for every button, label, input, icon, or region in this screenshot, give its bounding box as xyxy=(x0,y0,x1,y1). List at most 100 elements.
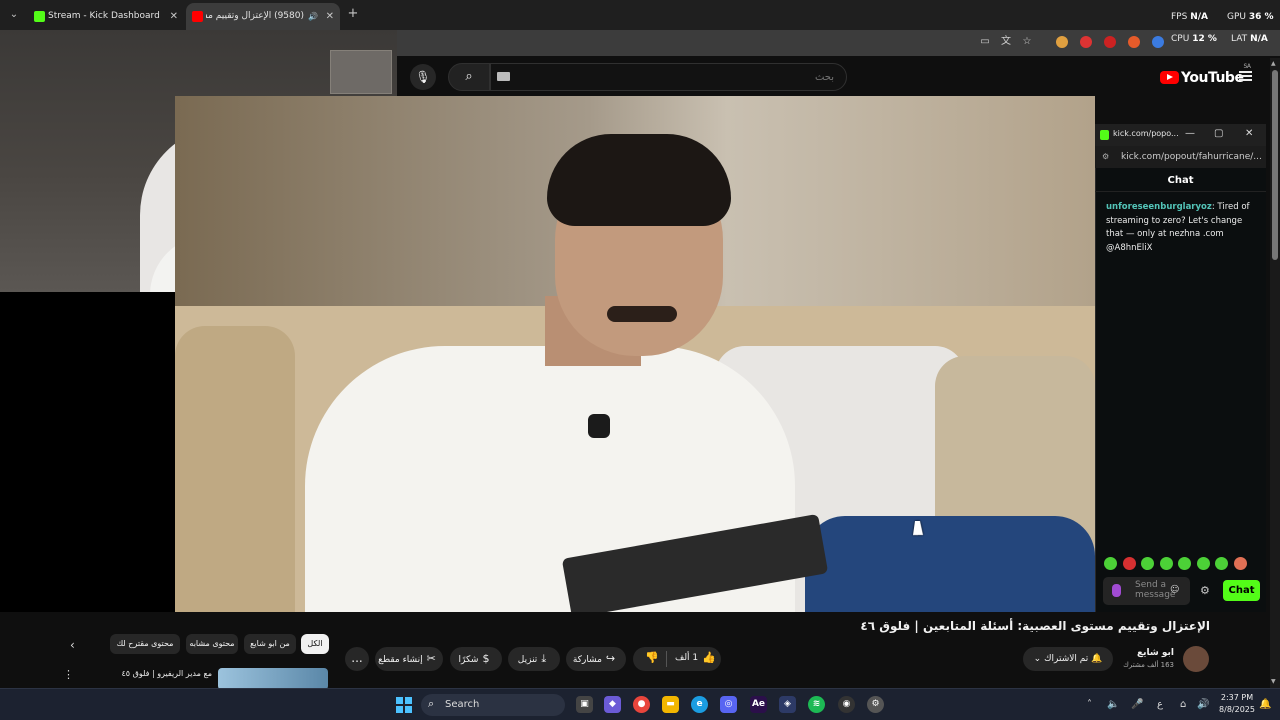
close-window-icon[interactable]: ✕ xyxy=(1245,128,1253,139)
tray-overflow-chevron-icon[interactable]: ˄ xyxy=(1087,699,1092,710)
emote-icon[interactable] xyxy=(1233,557,1247,570)
emote-icon[interactable] xyxy=(1122,557,1136,570)
extension-icon[interactable] xyxy=(1080,36,1092,48)
scrollbar-thumb[interactable] xyxy=(1272,70,1278,260)
search-input[interactable] xyxy=(490,63,847,91)
network-icon[interactable]: ⌂ xyxy=(1180,699,1186,710)
recommended-video-title[interactable]: مع مدير الريفيرو | فلوق ٤٥ xyxy=(121,669,212,678)
guide-menu-icon[interactable] xyxy=(1239,71,1252,81)
emote-icon[interactable] xyxy=(1141,557,1154,570)
video-player[interactable] xyxy=(175,96,1095,612)
scroll-down-arrow-icon[interactable]: ▼ xyxy=(1271,678,1276,685)
scroll-up-arrow-icon[interactable]: ▲ xyxy=(1271,60,1276,67)
like-count[interactable]: 1 ألف xyxy=(675,653,698,663)
tab-close-icon[interactable]: ✕ xyxy=(170,3,178,30)
extension-icon[interactable] xyxy=(1104,36,1116,48)
kick-chat-popout xyxy=(1095,124,1266,612)
edge-icon[interactable]: e xyxy=(691,696,708,713)
fps-value: N/A xyxy=(1190,12,1208,22)
chevron-down-icon: ⌄ xyxy=(1033,654,1042,664)
voice-mic-icon[interactable] xyxy=(1112,584,1121,597)
channel-name[interactable]: ابو شايع xyxy=(1137,648,1174,658)
chip-related[interactable]: محتوى مشابه xyxy=(186,634,238,654)
thanks-label: شكرًا xyxy=(458,655,479,665)
bookmark-star-icon[interactable]: ☆ xyxy=(1020,35,1034,49)
tab-youtube-video[interactable]: (9580) الإعتزال وتقييم مستو 🔊 ✕ xyxy=(186,3,340,30)
cast-icon[interactable]: ▭ xyxy=(978,35,992,49)
like-icon[interactable]: 👍 xyxy=(702,651,716,664)
search-icon[interactable]: ⌕ xyxy=(448,63,490,91)
keyboard-icon[interactable] xyxy=(497,72,510,81)
notification-icon[interactable]: 🔔 xyxy=(1259,699,1271,710)
gpu-label: GPU xyxy=(1227,12,1246,22)
extension-icon[interactable] xyxy=(1128,36,1140,48)
share-button[interactable]: ↪مشاركة xyxy=(566,647,626,671)
dislike-icon[interactable]: 👎 xyxy=(645,651,659,664)
chip-recommended[interactable]: محتوى مقترح لك xyxy=(110,634,180,654)
emote-icon[interactable] xyxy=(1196,557,1210,570)
extension-icon[interactable] xyxy=(1056,36,1068,48)
file-explorer-icon[interactable]: ▬ xyxy=(662,696,679,713)
minimize-icon[interactable]: — xyxy=(1185,128,1195,139)
subscribed-button[interactable]: 🔔 تم الاشتراك ⌄ xyxy=(1023,647,1113,671)
subscribe-label: تم الاشتراك xyxy=(1044,654,1089,664)
obs-icon[interactable]: ◉ xyxy=(838,696,855,713)
task-view-icon[interactable]: ▣ xyxy=(576,696,593,713)
speaker-icon[interactable]: 🔊 xyxy=(1197,699,1209,710)
site-settings-icon[interactable]: ⚙ xyxy=(1102,152,1109,161)
youtube-region-code: SA xyxy=(1243,63,1251,71)
thanks-button[interactable]: $شكرًا xyxy=(450,647,502,671)
tab-title: Stream - Kick Dashboard xyxy=(48,11,160,21)
emote-icon[interactable] xyxy=(1104,557,1117,570)
video-person-hair xyxy=(547,134,731,226)
discord-icon[interactable]: ◎ xyxy=(720,696,737,713)
volume-icon[interactable]: 🔈 xyxy=(1107,699,1119,710)
popout-url[interactable]: kick.com/popout/fahurricane/... xyxy=(1095,146,1266,168)
chips-prev-arrow-icon[interactable]: ‹ xyxy=(70,638,75,652)
clip-button[interactable]: ✂إنشاء مقطع xyxy=(375,647,443,671)
mic-tray-icon[interactable]: 🎤 xyxy=(1131,699,1143,710)
new-tab-button[interactable]: + xyxy=(346,5,360,23)
chip-from-channel[interactable]: من ابو شايع xyxy=(244,634,296,654)
tab-kick-dashboard[interactable]: Stream - Kick Dashboard ✕ xyxy=(28,3,184,30)
rec-more-icon[interactable]: ⋮ xyxy=(63,668,74,681)
chip-all[interactable]: الكل xyxy=(301,634,329,654)
extension-icon[interactable] xyxy=(1152,36,1164,48)
download-label: تنزيل xyxy=(517,655,538,665)
translate-icon[interactable]: 文 xyxy=(999,35,1013,49)
maximize-icon[interactable]: ▢ xyxy=(1214,128,1223,139)
tab-audio-icon[interactable]: 🔊 xyxy=(308,3,318,30)
browser-tabstrip: ⌄ Stream - Kick Dashboard ✕ (9580) الإعت… xyxy=(0,0,1280,30)
channel-avatar[interactable] xyxy=(1183,646,1209,672)
settings-icon[interactable]: ⚙ xyxy=(867,696,884,713)
chat-settings-gear-icon[interactable]: ⚙ xyxy=(1200,584,1210,597)
emote-icon[interactable] xyxy=(1178,557,1191,570)
more-actions-button[interactable]: ... xyxy=(345,647,369,671)
youtube-favicon-icon xyxy=(192,11,203,22)
tab-close-icon[interactable]: ✕ xyxy=(326,3,334,30)
emoji-picker-icon[interactable]: ☺ xyxy=(1170,585,1179,595)
copilot-icon[interactable]: ◆ xyxy=(604,696,621,713)
search-icon: ⌕ xyxy=(428,697,435,710)
emote-icon[interactable] xyxy=(1215,557,1228,570)
windows-start-icon[interactable] xyxy=(396,697,412,713)
taskbar-search-input[interactable]: Search xyxy=(421,694,565,716)
spotify-icon[interactable]: ≋ xyxy=(808,696,825,713)
browser-toolbar xyxy=(397,30,1280,56)
send-chat-button[interactable]: Chat xyxy=(1223,580,1260,601)
recommended-thumbnail[interactable] xyxy=(218,668,328,690)
app-icon[interactable]: ◈ xyxy=(779,696,796,713)
download-button[interactable]: ⤓تنزيل xyxy=(508,647,560,671)
emote-icon[interactable] xyxy=(1159,557,1173,570)
cpu-value: 12 % xyxy=(1192,34,1217,44)
input-language[interactable]: ع xyxy=(1157,699,1163,710)
youtube-logo[interactable]: YouTubeSA xyxy=(1160,63,1251,86)
after-effects-icon[interactable]: Ae xyxy=(750,696,767,713)
voice-search-mic-icon[interactable]: 🎙 xyxy=(410,64,436,90)
screen: ⌄ Stream - Kick Dashboard ✕ (9580) الإعت… xyxy=(0,0,1280,720)
chat-username[interactable]: unforeseenburglaryoz xyxy=(1106,202,1212,212)
taskbar-clock[interactable]: 2:37 PM 8/8/2025 xyxy=(1218,692,1256,716)
cpu-label: CPU xyxy=(1171,34,1190,44)
chrome-icon[interactable]: ● xyxy=(633,696,650,713)
tab-search-chevron-icon[interactable]: ⌄ xyxy=(4,5,24,25)
